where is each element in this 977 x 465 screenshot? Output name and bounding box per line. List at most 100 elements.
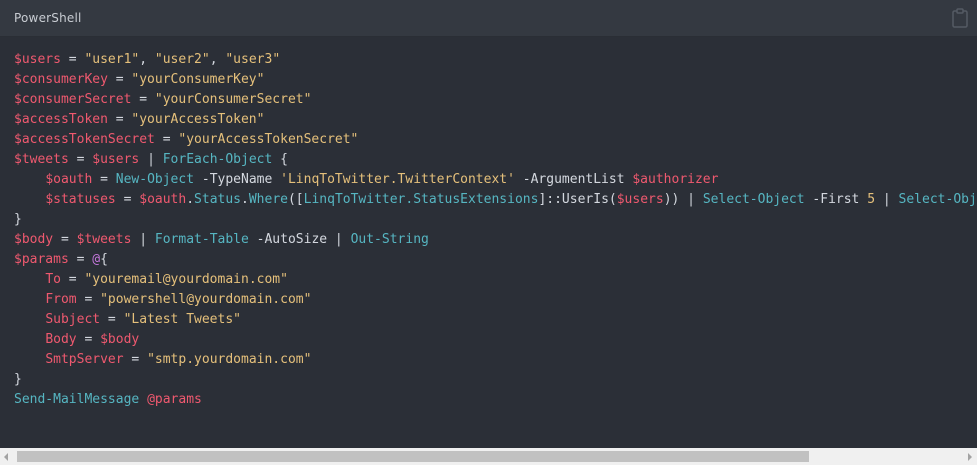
code-line: $consumerKey = "yourConsumerKey" [14, 70, 977, 90]
code-token: | [139, 152, 163, 167]
code-token: , [139, 52, 155, 67]
language-label: PowerShell [14, 11, 82, 25]
code-token: = [76, 332, 101, 347]
code-token: $statuses [45, 192, 116, 207]
code-token: Select-Objec [898, 192, 977, 207]
code-line: $body = $tweets | Format-Table -AutoSize… [14, 230, 977, 250]
code-token: { [272, 152, 288, 167]
code-token: "yourAccessToken" [131, 112, 265, 127]
code-token: -ArgumentList [514, 172, 633, 187]
code-line: $params = @{ [14, 250, 977, 270]
code-token: $users [616, 192, 664, 207]
code-token: "powershell@yourdomain.com" [100, 292, 312, 307]
code-line: To = "youremail@yourdomain.com" [14, 270, 977, 290]
code-token: = [107, 72, 132, 87]
code-token: -TypeName [194, 172, 281, 187]
clipboard-icon [952, 8, 968, 28]
code-line: $consumerSecret = "yourConsumerSecret" [14, 90, 977, 110]
code-token: "user1" [84, 52, 140, 67]
code-token: $consumerSecret [14, 92, 132, 107]
code-line: Body = $body [14, 330, 977, 350]
code-token: "yourAccessTokenSecret" [178, 132, 359, 147]
copy-button[interactable] [951, 8, 969, 28]
code-token: $tweets [76, 232, 132, 247]
code-token: ForEach-Object [162, 152, 273, 167]
code-token: | [131, 232, 155, 247]
code-line: Send-MailMessage @params [14, 390, 977, 410]
code-token: } [14, 212, 22, 227]
code-line: From = "powershell@yourdomain.com" [14, 290, 977, 310]
code-line: $oauth = New-Object -TypeName 'LinqToTwi… [14, 170, 977, 190]
code-line: } [14, 210, 977, 230]
code-header: PowerShell [0, 0, 977, 37]
code-token: = [115, 192, 140, 207]
code-token: ([ [287, 192, 304, 207]
code-token: -AutoSize | [248, 232, 351, 247]
code-token: $body [100, 332, 140, 347]
scrollbar-thumb[interactable] [17, 451, 809, 462]
code-token: -First [804, 192, 868, 207]
code-token: $users [92, 152, 140, 167]
code-token: = [100, 312, 124, 327]
code-token: $users [14, 52, 61, 67]
code-block: PowerShell $users = "user1", "user2", "u… [0, 0, 977, 465]
code-token: , [209, 52, 226, 67]
code-token: = [68, 152, 93, 167]
code-token: . [241, 192, 249, 207]
code-token: New-Object [115, 172, 195, 187]
code-token: $authorizer [632, 172, 719, 187]
code-token: "youremail@yourdomain.com" [84, 272, 288, 287]
code-token: Send-MailMessage [14, 392, 140, 407]
code-line: $tweets = $users | ForEach-Object { [14, 150, 977, 170]
code-token: = [92, 172, 116, 187]
code-token: "yourConsumerKey" [131, 72, 265, 87]
code-token: "user2" [154, 52, 210, 67]
code-token: Format-Table [154, 232, 249, 247]
code-token: SmtpServer [45, 352, 124, 367]
code-token: = [60, 272, 85, 287]
code-line: $users = "user1", "user2", "user3" [14, 50, 977, 70]
code-token: $oauth [45, 172, 93, 187]
code-token: . [186, 192, 195, 207]
code-token: "user3" [225, 52, 281, 67]
code-token: $tweets [14, 152, 69, 167]
code-token: = [154, 132, 179, 147]
code-line: Subject = "Latest Tweets" [14, 310, 977, 330]
code-token: $params [14, 252, 69, 267]
code-token: $accessToken [14, 112, 108, 127]
horizontal-scrollbar[interactable] [0, 448, 977, 465]
code-token: } [14, 372, 22, 387]
code-token: ]::UserIs( [538, 192, 617, 207]
code-token: $accessTokenSecret [14, 132, 155, 147]
code-token: )) | [663, 192, 703, 207]
code-token: = [123, 352, 148, 367]
code-token: Status [194, 192, 242, 207]
code-token: = [60, 52, 85, 67]
code-token: "smtp.yourdomain.com" [147, 352, 312, 367]
code-token: Out-String [350, 232, 429, 247]
code-token: @ [92, 252, 101, 267]
chevron-right-icon[interactable] [968, 453, 972, 461]
code-token: 'LinqToTwitter.TwitterContext' [280, 172, 515, 187]
code-token: = [76, 292, 101, 307]
code-token: = [107, 112, 132, 127]
code-token: 5 [867, 192, 876, 207]
code-line: $statuses = $oauth.Status.Where([LinqToT… [14, 190, 977, 210]
code-token: Body [45, 332, 77, 347]
code-token: Where [248, 192, 288, 207]
code-token: { [100, 252, 108, 267]
code-token: = [131, 92, 155, 107]
code-token: @params [147, 392, 202, 407]
chevron-left-icon[interactable] [4, 453, 8, 461]
code-content: $users = "user1", "user2", "user3" $consu… [14, 50, 977, 445]
code-token: "Latest Tweets" [123, 312, 241, 327]
code-token: $oauth [139, 192, 187, 207]
code-token: $body [14, 232, 54, 247]
